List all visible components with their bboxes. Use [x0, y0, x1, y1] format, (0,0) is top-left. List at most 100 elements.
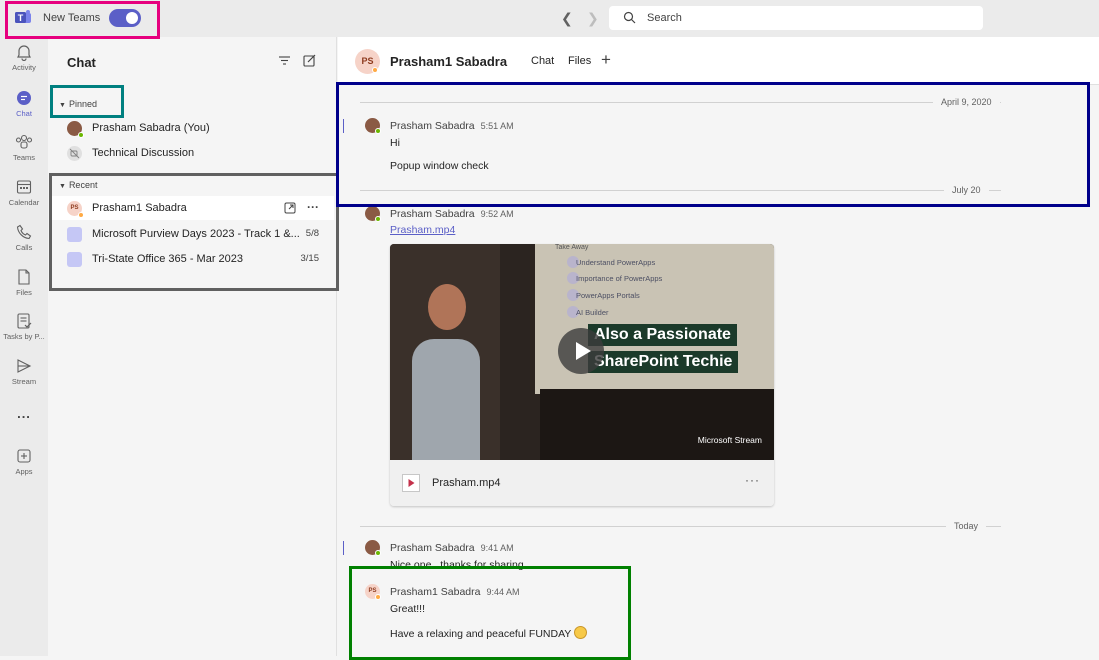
tab-files[interactable]: Files: [568, 55, 591, 67]
video-banner-line-2: SharePoint Techie: [588, 351, 739, 373]
message-author: Prasham Sabadra 9:52 AM: [390, 208, 514, 220]
new-teams-label: New Teams: [43, 12, 101, 24]
chat-item-name: Prasham1 Sabadra: [92, 202, 187, 214]
message-text: Great!!!: [390, 603, 426, 615]
presence-available-icon: [375, 128, 381, 134]
forward-arrow-icon[interactable]: ❯: [587, 10, 599, 27]
chat-item-date: 3/15: [300, 253, 320, 264]
rail-item-stream[interactable]: Stream: [0, 357, 48, 397]
more-icon: ...: [17, 406, 31, 421]
video-file-link[interactable]: Prasham.mp4: [390, 224, 455, 236]
date-label: April 9, 2020: [933, 97, 1000, 107]
rail-label: Calls: [15, 243, 33, 252]
search-icon: [623, 11, 636, 24]
rail-item-files[interactable]: Files: [0, 268, 48, 308]
teams-icon: [15, 134, 33, 149]
rail-item-calls[interactable]: Calls: [0, 223, 48, 263]
svg-text:T: T: [18, 13, 24, 23]
phone-icon: [16, 224, 32, 240]
message-author: Prasham Sabadra 5:51 AM: [390, 120, 514, 132]
popout-icon[interactable]: [284, 202, 296, 214]
chat-item-name: Microsoft Purview Days 2023 - Track 1 &.…: [92, 228, 300, 240]
speaker-figure: [412, 339, 480, 460]
chat-item-date: 5/8: [305, 228, 319, 239]
video-player[interactable]: Take Away Understand PowerApps Importanc…: [390, 244, 774, 460]
slide-title: Take Away: [555, 244, 589, 251]
video-attachment-card[interactable]: Take Away Understand PowerApps Importanc…: [390, 244, 774, 506]
new-chat-icon[interactable]: [303, 54, 316, 67]
meeting-chat-icon: [67, 227, 82, 242]
pinned-section-toggle[interactable]: ▼ Pinned: [59, 99, 97, 109]
slide-item: AI Builder: [576, 308, 609, 317]
teams-logo-icon[interactable]: T: [14, 9, 32, 27]
rail-item-tasks[interactable]: Tasks by P...: [0, 312, 48, 352]
play-icon[interactable]: [558, 328, 604, 374]
chat-item-prasham-sabadra-you[interactable]: Prasham Sabadra (You): [49, 116, 334, 140]
recent-label: Recent: [68, 180, 98, 190]
contact-name: Prasham1 Sabadra: [390, 54, 508, 69]
collapse-triangle-icon: ▼: [59, 183, 66, 190]
back-arrow-icon[interactable]: ❮: [561, 10, 573, 27]
more-options-icon[interactable]: ···: [745, 473, 760, 487]
chat-item-purview-days[interactable]: Microsoft Purview Days 2023 - Track 1 &.…: [49, 222, 334, 246]
more-options-icon[interactable]: ···: [307, 200, 319, 214]
chat-item-technical-discussion[interactable]: Technical Discussion: [49, 141, 334, 165]
recent-section-toggle[interactable]: ▼ Recent: [59, 180, 97, 190]
stream-brand-label: Microsoft Stream: [697, 435, 762, 445]
chat-icon: [17, 91, 31, 105]
add-tab-icon[interactable]: +: [601, 50, 611, 70]
file-name[interactable]: Prasham.mp4: [432, 477, 500, 489]
rail-item-apps[interactable]: Apps: [0, 447, 48, 487]
message-text: Popup window check: [390, 160, 489, 172]
tab-chat[interactable]: Chat: [531, 55, 554, 67]
filter-icon[interactable]: [278, 54, 291, 67]
pinned-label: Pinned: [68, 99, 97, 109]
video-banner-line-1: Also a Passionate: [588, 324, 737, 346]
chat-item-tri-state[interactable]: Tri-State Office 365 - Mar 2023 3/15: [49, 247, 334, 271]
rail-item-chat[interactable]: Chat: [0, 89, 48, 129]
presence-away-icon: [372, 67, 378, 73]
message-text: Nice one.. thanks for sharing: [390, 559, 524, 571]
chat-item-name: Tri-State Office 365 - Mar 2023: [92, 253, 244, 265]
video-foreground: [540, 389, 774, 460]
message-author: Prasham Sabadra 9:41 AM: [390, 542, 514, 554]
rail-label: Files: [16, 288, 32, 297]
collapse-triangle-icon: ▼: [59, 102, 66, 109]
toggle-knob: [126, 12, 138, 24]
search-input[interactable]: Search: [609, 6, 983, 30]
conversation-pane: PS Prasham1 Sabadra Chat Files + April 9…: [338, 37, 1099, 656]
chat-item-name: Prasham Sabadra (You): [92, 122, 210, 134]
rail-label: Apps: [15, 467, 33, 476]
chat-list-pane: Chat ▼ Pinned Prasham Sabadra (You) Techn…: [49, 37, 337, 656]
rail-label: Chat: [16, 109, 32, 118]
video-file-icon: [402, 474, 420, 492]
rail-label: Tasks by P...: [3, 332, 45, 341]
presence-available-icon: [375, 550, 381, 556]
calendar-icon: [16, 180, 32, 194]
date-label: July 20: [944, 185, 989, 195]
presence-available-icon: [375, 216, 381, 222]
title-bar: T New Teams ❮ ❯ Search: [0, 0, 1099, 37]
slide-item: Understand PowerApps: [576, 258, 656, 267]
presence-away-icon: [375, 594, 381, 600]
tasks-icon: [17, 313, 32, 329]
rail-item-more[interactable]: ...: [0, 405, 48, 425]
new-teams-toggle[interactable]: [109, 9, 141, 27]
date-divider: [360, 102, 1001, 103]
rail-label: Activity: [12, 63, 36, 72]
message-text: Have a relaxing and peaceful FUNDAY: [390, 626, 588, 640]
stream-icon: [17, 359, 32, 373]
date-divider: [360, 526, 1001, 527]
rail-item-calendar[interactable]: Calendar: [0, 178, 48, 218]
apps-icon: [17, 449, 31, 463]
bell-icon: [17, 45, 31, 61]
rail-label: Teams: [12, 153, 36, 162]
meeting-chat-icon: [67, 252, 82, 267]
date-label: Today: [946, 521, 987, 531]
chat-item-prasham1-sabadra[interactable]: PS Prasham1 Sabadra ···: [49, 196, 334, 220]
rail-item-teams[interactable]: Teams: [0, 133, 48, 173]
rail-label: Calendar: [8, 198, 40, 207]
presence-away-icon: [78, 212, 84, 218]
rail-item-activity[interactable]: Activity: [0, 43, 48, 83]
slide-item: PowerApps Portals: [576, 291, 640, 300]
